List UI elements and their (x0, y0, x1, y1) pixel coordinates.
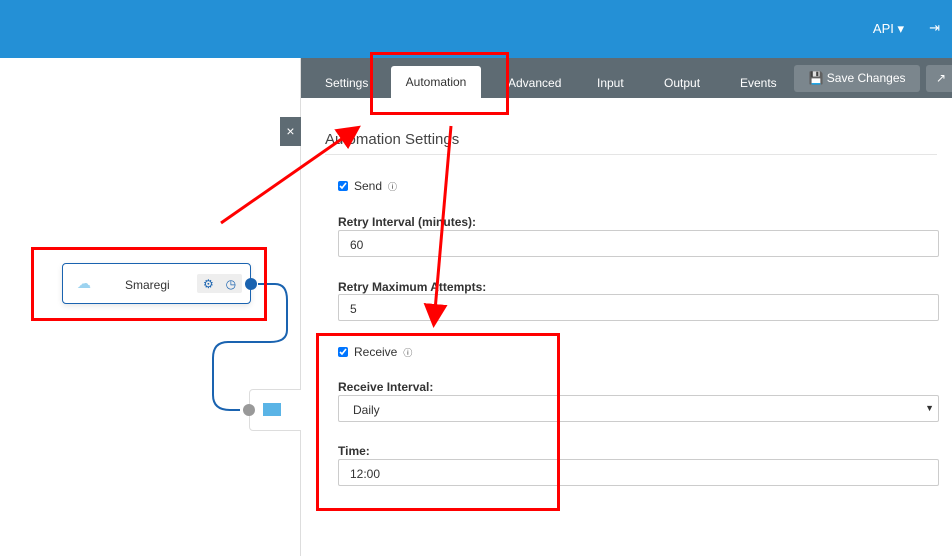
annotation-arrows (220, 125, 453, 328)
